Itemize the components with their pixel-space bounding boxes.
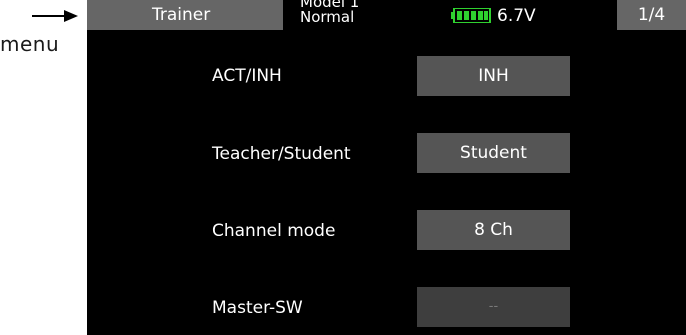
model-type: Normal	[300, 8, 355, 26]
teacher-student-button[interactable]: Student	[417, 133, 570, 173]
channel-mode-label: Channel mode	[212, 221, 336, 241]
battery-icon	[451, 8, 491, 23]
battery-voltage: 6.7V	[497, 6, 536, 26]
page-indicator-button[interactable]: 1/4	[617, 0, 686, 30]
transmitter-screen: Trainer Model 1 Normal 6.7V 1/4 ACT/INH …	[87, 0, 686, 335]
master-sw-button[interactable]: --	[417, 287, 570, 327]
master-sw-label: Master-SW	[212, 298, 303, 318]
channel-mode-button[interactable]: 8 Ch	[417, 210, 570, 250]
menu-title-button[interactable]: Trainer	[87, 0, 283, 30]
annotation-label: menu	[0, 32, 60, 56]
act-inh-button[interactable]: INH	[417, 56, 570, 96]
act-inh-label: ACT/INH	[212, 66, 282, 86]
annotation-arrow-icon	[32, 10, 78, 22]
model-info: Model 1 Normal	[300, 0, 359, 25]
teacher-student-label: Teacher/Student	[212, 144, 351, 164]
